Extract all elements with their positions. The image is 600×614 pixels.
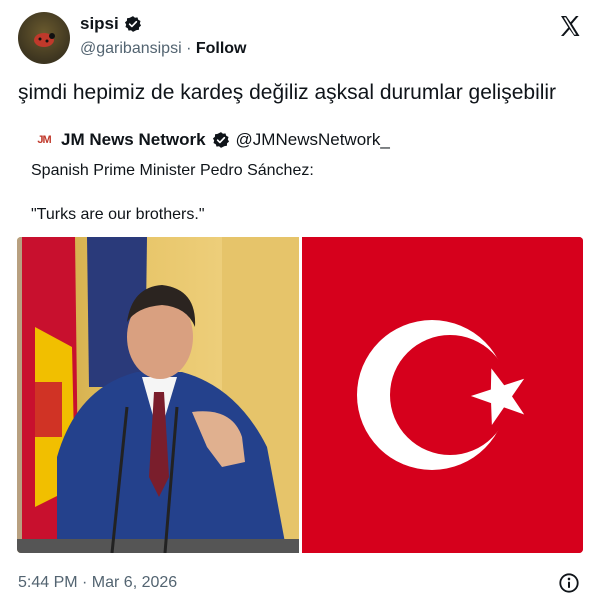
author-display-name[interactable]: sipsi	[80, 14, 119, 34]
author-handle[interactable]: @garibansipsi	[80, 40, 182, 57]
handle-separator: ·	[181, 40, 196, 57]
quoted-handle[interactable]: @JMNewsNetwork_	[236, 130, 390, 150]
ladybug-icon	[34, 33, 55, 47]
info-icon[interactable]	[558, 572, 580, 594]
verified-badge-icon	[124, 16, 141, 32]
quoted-text-line: Spanish Prime Minister Pedro Sánchez:	[31, 162, 314, 179]
quoted-text-line: "Turks are our brothers."	[31, 206, 205, 223]
quoted-tweet[interactable]: JM JM News Network @JMNewsNetwork_ Spani…	[17, 125, 583, 555]
verified-badge-icon	[212, 132, 229, 148]
speaker-at-podium-photo[interactable]	[17, 237, 299, 553]
media-grid	[17, 237, 583, 553]
avatar[interactable]	[18, 12, 70, 64]
follow-button[interactable]: Follow	[196, 40, 247, 57]
tweet-text: şimdi hepimiz de kardeş değiliz aşksal d…	[18, 81, 557, 104]
turkish-flag-image[interactable]	[302, 237, 583, 553]
author-name-row[interactable]: sipsi	[80, 14, 142, 34]
x-logo-icon[interactable]	[558, 14, 582, 38]
quoted-display-name[interactable]: JM News Network	[61, 130, 206, 150]
author-handle-row: @garibansipsi · Follow	[80, 40, 247, 58]
tweet-timestamp[interactable]: 5:44 PM · Mar 6, 2026	[18, 574, 177, 592]
quoted-author-row: JM JM News Network @JMNewsNetwork_	[33, 130, 390, 150]
quoted-avatar-logo: JM	[37, 134, 51, 146]
